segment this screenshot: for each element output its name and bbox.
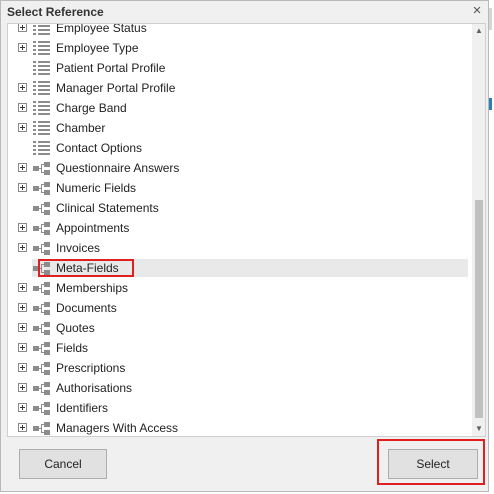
select-button[interactable]: Select bbox=[388, 449, 478, 479]
hierarchy-icon bbox=[32, 280, 52, 296]
expand-plus-icon[interactable] bbox=[18, 83, 27, 92]
dialog-title: Select Reference bbox=[7, 5, 104, 19]
expand-plus-icon[interactable] bbox=[18, 283, 27, 292]
hierarchy-icon bbox=[32, 360, 52, 376]
hierarchy-icon bbox=[32, 220, 52, 236]
tree-item-label: Charge Band bbox=[56, 101, 127, 115]
tree-item-label: Managers With Access bbox=[56, 421, 179, 435]
hierarchy-icon bbox=[32, 300, 52, 316]
tree-item-label: Fields bbox=[56, 341, 89, 355]
tree-item-label: Contact Options bbox=[56, 141, 143, 155]
tree-item-label: Identifiers bbox=[56, 401, 109, 415]
expand-plus-icon[interactable] bbox=[18, 223, 27, 232]
dialog-titlebar[interactable]: Select Reference × bbox=[1, 1, 488, 23]
expand-plus-icon[interactable] bbox=[18, 43, 27, 52]
close-icon[interactable]: × bbox=[469, 2, 485, 20]
tree-item-label: Memberships bbox=[56, 281, 129, 295]
tree-item-label: Numeric Fields bbox=[56, 181, 137, 195]
tree-item[interactable]: Employee Type bbox=[8, 39, 468, 59]
selected-item-highlight bbox=[38, 259, 134, 277]
hierarchy-icon bbox=[32, 160, 52, 176]
scroll-up-icon[interactable]: ▲ bbox=[472, 24, 485, 38]
cancel-button[interactable]: Cancel bbox=[19, 449, 107, 479]
expand-plus-icon[interactable] bbox=[18, 123, 27, 132]
background-window-edge bbox=[489, 0, 494, 494]
expand-plus-icon[interactable] bbox=[18, 303, 27, 312]
select-reference-dialog: Select Reference × Employee Status Employ… bbox=[0, 0, 489, 492]
expand-plus-icon[interactable] bbox=[18, 183, 27, 192]
reference-tree-panel: Employee Status Employee Type Patient Port… bbox=[7, 23, 486, 437]
hierarchy-icon bbox=[32, 400, 52, 416]
expand-plus-icon[interactable] bbox=[18, 383, 27, 392]
tree-item[interactable]: Prescriptions bbox=[8, 359, 468, 379]
tree-item[interactable]: Fields bbox=[8, 339, 468, 359]
tree-item[interactable]: Identifiers bbox=[8, 399, 468, 419]
list-icon bbox=[32, 100, 52, 116]
expand-plus-icon[interactable] bbox=[18, 343, 27, 352]
expand-plus-icon[interactable] bbox=[18, 363, 27, 372]
tree-item-label: Chamber bbox=[56, 121, 106, 135]
hierarchy-icon bbox=[32, 180, 52, 196]
list-icon bbox=[32, 140, 52, 156]
tree-item[interactable]: Numeric Fields bbox=[8, 179, 468, 199]
list-icon bbox=[32, 60, 52, 76]
expand-plus-icon[interactable] bbox=[18, 163, 27, 172]
tree-item[interactable]: Employee Status bbox=[8, 23, 468, 39]
tree-item[interactable]: Clinical Statements bbox=[8, 199, 468, 219]
tree-item-label: Appointments bbox=[56, 221, 130, 235]
list-icon bbox=[32, 80, 52, 96]
expand-plus-icon[interactable] bbox=[18, 323, 27, 332]
scrollbar-thumb[interactable] bbox=[475, 200, 483, 418]
tree-item[interactable]: Invoices bbox=[8, 239, 468, 259]
tree-item-label: Quotes bbox=[56, 321, 95, 335]
tree-item[interactable]: Contact Options bbox=[8, 139, 468, 159]
tree-item[interactable]: Patient Portal Profile bbox=[8, 59, 468, 79]
hierarchy-icon bbox=[32, 200, 52, 216]
list-icon bbox=[32, 40, 52, 56]
hierarchy-icon bbox=[32, 340, 52, 356]
tree-item[interactable]: Quotes bbox=[8, 319, 468, 339]
tree-item-label: Manager Portal Profile bbox=[56, 81, 176, 95]
expand-plus-icon[interactable] bbox=[18, 423, 27, 432]
tree-item-label: Employee Type bbox=[56, 41, 139, 55]
tree-item-label: Clinical Statements bbox=[56, 201, 159, 215]
tree-item[interactable]: Meta-Fields bbox=[8, 259, 468, 279]
tree-item[interactable]: Memberships bbox=[8, 279, 468, 299]
tree-item[interactable]: Charge Band bbox=[8, 99, 468, 119]
expand-plus-icon[interactable] bbox=[18, 24, 27, 32]
expand-plus-icon[interactable] bbox=[18, 403, 27, 412]
tree-item[interactable]: Managers With Access bbox=[8, 419, 468, 436]
tree-item-label: Authorisations bbox=[56, 381, 133, 395]
tree-item-label: Patient Portal Profile bbox=[56, 61, 166, 75]
tree-item-label: Invoices bbox=[56, 241, 101, 255]
list-icon bbox=[32, 24, 52, 36]
tree-item-label: Prescriptions bbox=[56, 361, 126, 375]
hierarchy-icon bbox=[32, 420, 52, 436]
vertical-scrollbar[interactable]: ▲ ▼ bbox=[472, 24, 485, 436]
tree-item[interactable]: Manager Portal Profile bbox=[8, 79, 468, 99]
scroll-down-icon[interactable]: ▼ bbox=[472, 422, 485, 436]
hierarchy-icon bbox=[32, 320, 52, 336]
tree-item[interactable]: Appointments bbox=[8, 219, 468, 239]
hierarchy-icon bbox=[32, 380, 52, 396]
tree-item[interactable]: Chamber bbox=[8, 119, 468, 139]
tree-item-label: Employee Status bbox=[56, 23, 147, 35]
tree-item-label: Questionnaire Answers bbox=[56, 161, 180, 175]
tree-item[interactable]: Documents bbox=[8, 299, 468, 319]
tree-item[interactable]: Questionnaire Answers bbox=[8, 159, 468, 179]
hierarchy-icon bbox=[32, 240, 52, 256]
expand-plus-icon[interactable] bbox=[18, 103, 27, 112]
list-icon bbox=[32, 120, 52, 136]
expand-plus-icon[interactable] bbox=[18, 243, 27, 252]
tree-item[interactable]: Authorisations bbox=[8, 379, 468, 399]
tree-item-label: Documents bbox=[56, 301, 117, 315]
